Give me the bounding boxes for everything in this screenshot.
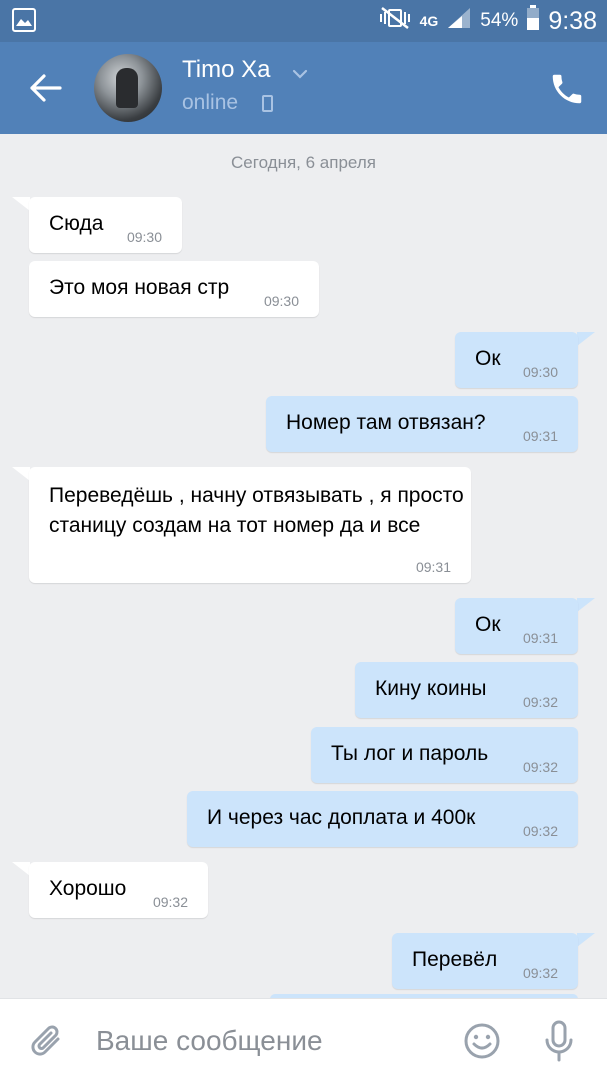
message-time: 09:30 (522, 364, 558, 380)
message-text: Сюда (49, 212, 104, 235)
message-text: Это моя новая стр (49, 276, 230, 299)
message-time: 09:32 (152, 894, 188, 910)
message-text: Номер там отвязан? (286, 411, 486, 434)
message-time: 09:31 (522, 428, 558, 444)
back-arrow-icon[interactable] (26, 70, 66, 106)
message-text: Кину коины (375, 677, 487, 700)
battery-icon (526, 5, 540, 37)
network-type: 4G (419, 13, 439, 29)
gallery-notification-icon (12, 8, 36, 32)
message-text: Ок (475, 347, 501, 370)
message-text: Переведёшь , начну отвязывать , я просто… (49, 484, 464, 537)
bubble-tail (577, 933, 595, 947)
message-outgoing[interactable]: Ок 09:30 (455, 332, 578, 388)
clock: 9:38 (548, 6, 597, 35)
vibrate-mute-icon (378, 6, 412, 36)
message-text: Хорошо (49, 877, 127, 900)
chat-header: Timo Xa online (0, 42, 607, 134)
message-time: 09:32 (522, 823, 558, 839)
message-outgoing[interactable]: Перевёл 09:32 (392, 933, 578, 989)
message-text: И через час доплата и 400к (207, 806, 476, 829)
message-incoming[interactable]: Хорошо 09:32 (29, 862, 208, 918)
message-text: Ок (475, 613, 501, 636)
bubble-tail (12, 862, 30, 876)
online-status: online (182, 91, 239, 114)
message-input[interactable] (96, 1021, 436, 1061)
battery-percent: 54% (480, 10, 519, 31)
message-time: 09:31 (522, 630, 558, 646)
paperclip-icon[interactable] (28, 1021, 68, 1061)
message-time: 09:32 (522, 965, 558, 981)
message-incoming[interactable]: Переведёшь , начну отвязывать , я просто… (29, 467, 471, 583)
message-outgoing[interactable]: И через час доплата и 400к 09:32 (187, 791, 578, 847)
avatar[interactable] (94, 54, 162, 122)
message-text: Перевёл (412, 948, 498, 971)
message-time: 09:30 (263, 293, 299, 309)
message-incoming[interactable]: Это моя новая стр 09:30 (29, 261, 319, 317)
bubble-tail (12, 197, 30, 211)
message-time: 09:32 (522, 694, 558, 710)
bubble-tail (12, 467, 30, 481)
signal-icon (446, 6, 472, 36)
microphone-icon[interactable] (542, 1019, 576, 1063)
contact-name[interactable]: Timo Xa (182, 56, 270, 84)
message-outgoing[interactable]: Ты лог и пароль 09:32 (311, 727, 578, 783)
status-bar: 4G 54% 9:38 (0, 0, 607, 42)
phone-call-icon[interactable] (548, 70, 586, 108)
bubble-tail (577, 332, 595, 346)
message-time: 09:31 (415, 559, 451, 575)
message-time: 09:32 (522, 759, 558, 775)
message-outgoing[interactable]: Ок 09:31 (455, 598, 578, 654)
date-separator: Сегодня, 6 апреля (231, 153, 376, 172)
message-time: 09:30 (126, 229, 162, 245)
emoji-smile-icon[interactable] (462, 1021, 502, 1061)
mobile-device-icon (262, 95, 273, 112)
message-incoming[interactable]: Сюда 09:30 (29, 197, 182, 253)
message-outgoing[interactable]: Кину коины 09:32 (355, 662, 578, 718)
chevron-down-icon[interactable] (292, 66, 308, 84)
message-outgoing[interactable]: Номер там отвязан? 09:31 (266, 396, 578, 452)
message-composer (0, 998, 607, 1080)
bubble-tail (577, 598, 595, 612)
message-text: Ты лог и пароль (331, 742, 489, 765)
